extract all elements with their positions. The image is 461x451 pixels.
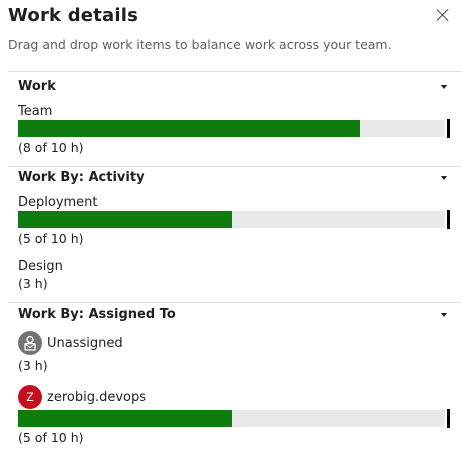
deployment-summary: (5 of 10 h)	[18, 231, 84, 246]
unassigned-avatar-icon	[18, 331, 42, 355]
section-header-work[interactable]: Work	[8, 79, 453, 101]
close-icon[interactable]	[436, 8, 450, 22]
divider	[8, 71, 461, 72]
capacity-bar-fill	[18, 120, 360, 137]
panel-subtitle: Drag and drop work items to balance work…	[8, 37, 392, 52]
capacity-bar-fill	[18, 410, 232, 427]
section-title: Work By: Activity	[18, 170, 145, 185]
capacity-marker	[447, 409, 450, 428]
section-header-assigned-to[interactable]: Work By: Assigned To	[8, 307, 453, 329]
capacity-marker	[447, 119, 450, 138]
capacity-marker	[447, 210, 450, 229]
assignee-unassigned: Unassigned	[18, 331, 123, 355]
chevron-down-icon	[441, 85, 447, 89]
design-label: Design	[18, 259, 63, 274]
zerobig-capacity-bar	[18, 409, 450, 428]
zerobig-summary: (5 of 10 h)	[18, 430, 84, 445]
assignee-name: Unassigned	[47, 335, 123, 351]
work-details-panel: Work details Drag and drop work items to…	[0, 0, 461, 451]
team-capacity-bar	[18, 119, 450, 138]
divider	[8, 166, 461, 167]
divider	[8, 302, 461, 303]
section-header-activity[interactable]: Work By: Activity	[8, 170, 453, 192]
section-title: Work	[18, 79, 56, 94]
team-label: Team	[18, 104, 53, 119]
chevron-down-icon	[441, 176, 447, 180]
chevron-down-icon	[441, 313, 447, 317]
avatar: Z	[18, 385, 42, 409]
assignee-zerobig-devops: Z zerobig.devops	[18, 385, 147, 409]
capacity-bar-fill	[18, 211, 232, 228]
unassigned-summary: (3 h)	[18, 358, 48, 373]
deployment-label: Deployment	[18, 195, 98, 210]
design-summary: (3 h)	[18, 276, 48, 291]
panel-title: Work details	[8, 5, 138, 26]
deployment-capacity-bar	[18, 210, 450, 229]
assignee-name: zerobig.devops	[47, 389, 147, 405]
section-title: Work By: Assigned To	[18, 307, 176, 322]
team-summary: (8 of 10 h)	[18, 140, 84, 155]
